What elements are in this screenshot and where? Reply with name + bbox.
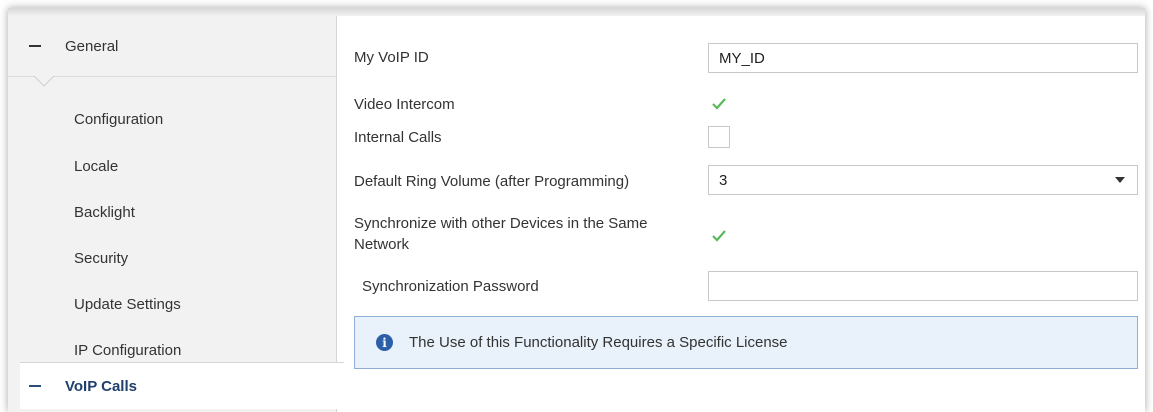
internal-calls-label: Internal Calls xyxy=(354,129,442,146)
checkmark-icon xyxy=(712,230,726,242)
info-icon: i xyxy=(376,334,393,351)
ring-volume-label: Default Ring Volume (after Programming) xyxy=(354,173,630,190)
sidebar-item-backlight[interactable]: Backlight xyxy=(8,190,336,234)
sidebar-item-configuration[interactable]: Configuration xyxy=(8,97,336,141)
chevron-down-icon xyxy=(1115,177,1125,183)
sync-password-input[interactable] xyxy=(708,271,1138,301)
sync-label-line1: Synchronize with other Devices in the Sa… xyxy=(354,215,648,232)
video-intercom-checkbox[interactable] xyxy=(708,93,730,115)
checkmark-icon xyxy=(712,98,726,110)
window-frame: General Configuration Locale Backlight S… xyxy=(8,8,1145,412)
settings-panel: My VoIP ID MY_ID Video Intercom Internal… xyxy=(337,16,1145,412)
sidebar-item-label: Update Settings xyxy=(74,295,181,313)
ring-volume-value: 3 xyxy=(719,171,728,189)
minus-icon[interactable] xyxy=(29,45,41,47)
voip-id-input[interactable]: MY_ID xyxy=(708,43,1138,73)
voip-id-label: My VoIP ID xyxy=(354,49,429,66)
tree-notch-icon xyxy=(33,76,55,87)
license-info-text: The Use of this Functionality Requires a… xyxy=(409,334,788,351)
ring-volume-select[interactable]: 3 xyxy=(708,165,1138,195)
internal-calls-checkbox[interactable] xyxy=(708,126,730,148)
sidebar-item-update-settings[interactable]: Update Settings xyxy=(8,282,336,326)
sidebar-group-label: VoIP Calls xyxy=(65,377,137,395)
video-intercom-label: Video Intercom xyxy=(354,96,455,113)
sidebar-item-label: Configuration xyxy=(74,110,164,128)
sidebar-item-security[interactable]: Security xyxy=(8,236,336,280)
minus-icon[interactable] xyxy=(29,385,41,387)
sidebar-group-voip-calls[interactable]: VoIP Calls xyxy=(20,362,344,409)
sidebar-item-label: Backlight xyxy=(74,203,135,221)
sidebar-item-label: IP Configuration xyxy=(74,341,182,359)
sync-checkbox[interactable] xyxy=(708,225,730,247)
sidebar-item-label: Security xyxy=(74,249,129,267)
sync-label-line2: Network xyxy=(354,236,410,253)
voip-id-value: MY_ID xyxy=(719,49,765,67)
sidebar-item-locale[interactable]: Locale xyxy=(8,144,336,188)
sidebar-group-label: General xyxy=(65,37,119,55)
sync-password-label: Synchronization Password xyxy=(362,278,539,295)
sidebar-group-general[interactable]: General xyxy=(8,16,336,77)
license-info-box: i The Use of this Functionality Requires… xyxy=(354,316,1138,369)
sidebar-item-label: Locale xyxy=(74,157,119,175)
sidebar: General Configuration Locale Backlight S… xyxy=(8,16,337,412)
